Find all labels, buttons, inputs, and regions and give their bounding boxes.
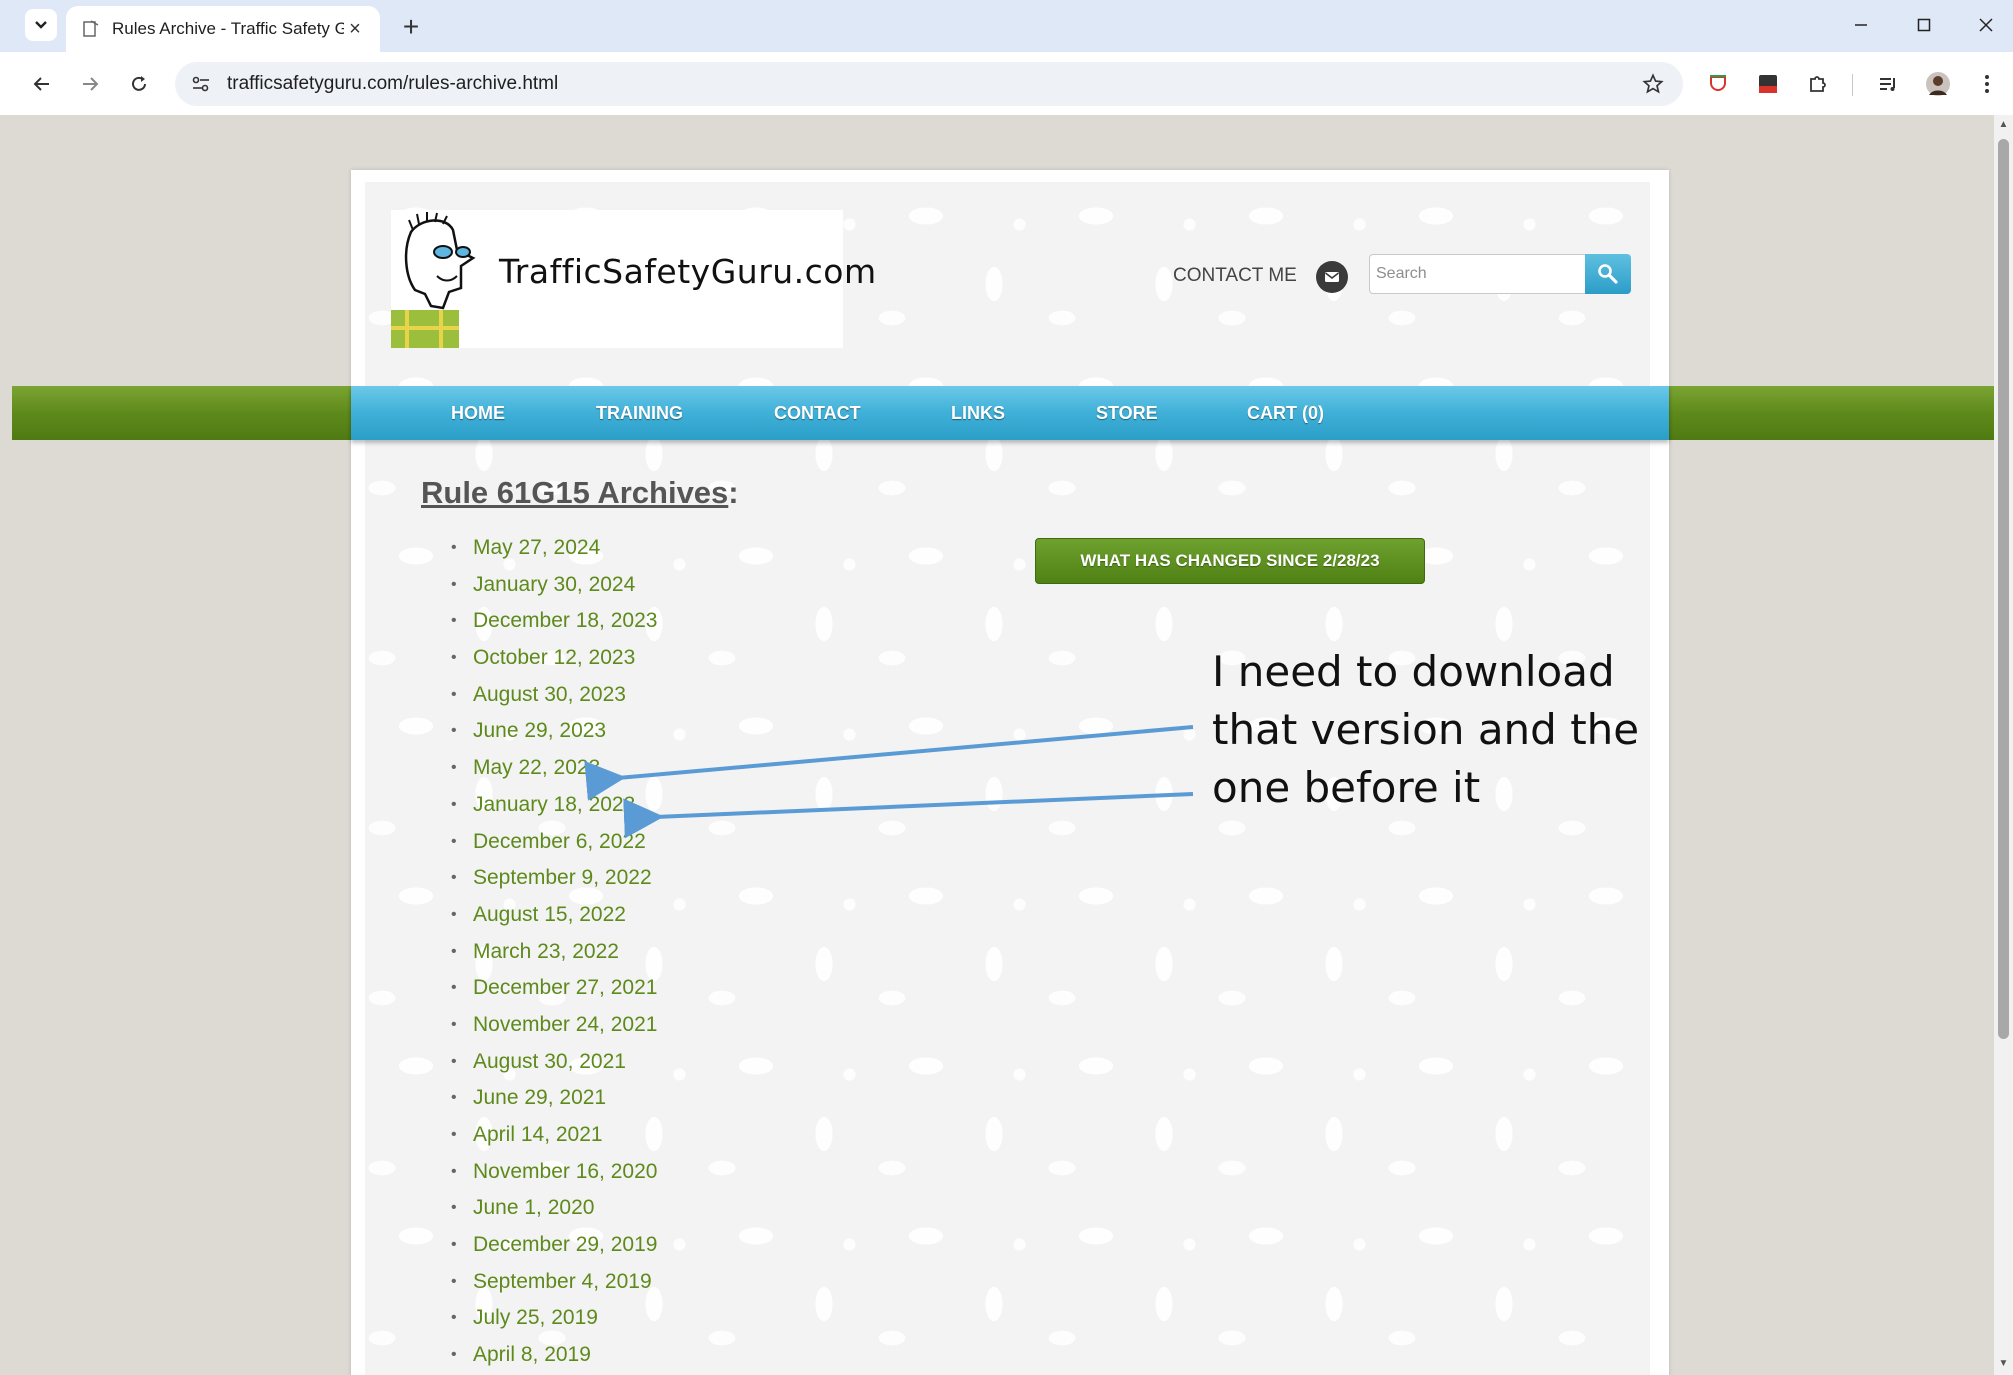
archive-date-link[interactable]: September 9, 2022 — [423, 865, 657, 902]
url-text[interactable]: trafficsafetyguru.com/rules-archive.html — [227, 73, 1633, 95]
nav-home[interactable]: HOME — [451, 403, 505, 424]
annotation-line: that version and the — [1212, 705, 1640, 754]
browser-toolbar: trafficsafetyguru.com/rules-archive.html — [0, 52, 2013, 115]
archive-date-link[interactable]: June 29, 2023 — [423, 718, 657, 755]
archive-date-link[interactable]: December 27, 2021 — [423, 975, 657, 1012]
mail-icon[interactable] — [1316, 261, 1348, 293]
archives-title-colon: : — [728, 475, 739, 510]
tab-close-button[interactable]: × — [344, 18, 366, 40]
site-logo[interactable]: TrafficSafetyGuru.com — [391, 210, 876, 348]
archive-date-link[interactable]: June 1, 2020 — [423, 1195, 657, 1232]
forward-button[interactable] — [72, 66, 108, 102]
archive-date-link[interactable]: March 23, 2022 — [423, 939, 657, 976]
bookmark-star-icon[interactable] — [1633, 64, 1673, 104]
archive-date-link[interactable]: May 27, 2024 — [423, 535, 657, 572]
reload-icon — [132, 76, 146, 91]
archive-date-list: May 27, 2024January 30, 2024December 18,… — [423, 535, 657, 1375]
reload-button[interactable] — [121, 66, 157, 102]
guru-mascot-icon — [391, 212, 476, 348]
site-info-icon[interactable] — [181, 64, 221, 104]
media-control-icon[interactable] — [1872, 68, 1904, 100]
annotation-note: I need to download that version and the … — [1212, 643, 1642, 817]
toolbar-divider — [1852, 74, 1853, 96]
minimize-icon — [1855, 24, 1867, 26]
close-window-button[interactable] — [1966, 10, 2006, 40]
archive-date-link[interactable]: August 15, 2022 — [423, 902, 657, 939]
nav-store[interactable]: STORE — [1096, 403, 1158, 424]
annotation-line: I need to download — [1212, 647, 1615, 696]
page-viewport: TrafficSafetyGuru.com CONTACT ME HOME TR… — [12, 115, 1994, 1375]
tab-title: Rules Archive - Traffic Safety Gu — [112, 19, 344, 38]
close-icon — [1979, 18, 1993, 32]
nav-training[interactable]: TRAINING — [596, 403, 683, 424]
back-button[interactable] — [24, 66, 60, 102]
scroll-up-arrow-icon[interactable]: ▲ — [1998, 120, 2009, 130]
scroll-down-arrow-icon[interactable]: ▼ — [1998, 1359, 2009, 1369]
search-button[interactable] — [1585, 254, 1631, 294]
site-search-input[interactable] — [1369, 254, 1585, 294]
page-scrollbar[interactable]: ▲ ▼ — [1994, 115, 2013, 1375]
archive-date-link[interactable]: May 22, 2023 — [423, 755, 657, 792]
nav-cart[interactable]: CART (0) — [1247, 403, 1324, 424]
archive-date-link[interactable]: August 30, 2021 — [423, 1049, 657, 1086]
scrollbar-thumb[interactable] — [1998, 139, 2009, 1039]
address-bar[interactable]: trafficsafetyguru.com/rules-archive.html — [175, 62, 1683, 106]
main-nav: HOME TRAINING CONTACT LINKS STORE CART (… — [351, 386, 1669, 440]
nav-links[interactable]: LINKS — [951, 403, 1005, 424]
what-has-changed-button[interactable]: WHAT HAS CHANGED SINCE 2/28/23 — [1035, 538, 1425, 584]
maximize-button[interactable] — [1904, 10, 1944, 40]
search-icon — [1598, 264, 1618, 284]
archive-date-link[interactable]: December 29, 2019 — [423, 1232, 657, 1269]
archive-date-link[interactable]: December 6, 2022 — [423, 829, 657, 866]
extension-coupon-icon[interactable] — [1752, 68, 1784, 100]
archive-date-link[interactable]: April 8, 2019 — [423, 1342, 657, 1375]
contact-me-link[interactable]: CONTACT ME — [1173, 265, 1297, 287]
archives-heading: Rule 61G15 Archives: — [421, 475, 739, 511]
archive-date-link[interactable]: November 24, 2021 — [423, 1012, 657, 1049]
archives-title-link[interactable]: Rule 61G15 Archives — [421, 475, 728, 510]
tab-search-button[interactable] — [25, 9, 57, 41]
archive-date-link[interactable]: August 30, 2023 — [423, 682, 657, 719]
archive-date-link[interactable]: January 18, 2023 — [423, 792, 657, 829]
archive-date-link[interactable]: April 14, 2021 — [423, 1122, 657, 1159]
tab-strip: Rules Archive - Traffic Safety Gu × + — [0, 0, 2013, 52]
extensions-puzzle-icon[interactable] — [1801, 68, 1833, 100]
minimize-button[interactable] — [1841, 10, 1881, 40]
logo-text: TrafficSafetyGuru.com — [499, 252, 877, 291]
maximize-icon — [1917, 18, 1931, 32]
archive-date-link[interactable]: November 16, 2020 — [423, 1159, 657, 1196]
archive-date-link[interactable]: September 4, 2019 — [423, 1269, 657, 1306]
annotation-line: one before it — [1212, 763, 1481, 812]
archive-date-link[interactable]: January 30, 2024 — [423, 572, 657, 609]
nav-contact[interactable]: CONTACT — [774, 403, 861, 424]
back-arrow-icon — [33, 77, 49, 91]
archive-date-link[interactable]: July 25, 2019 — [423, 1305, 657, 1342]
forward-arrow-icon — [83, 77, 99, 91]
browser-chrome: Rules Archive - Traffic Safety Gu × + tr… — [0, 0, 2013, 115]
browser-tab[interactable]: Rules Archive - Traffic Safety Gu × — [66, 6, 380, 52]
archive-date-link[interactable]: December 18, 2023 — [423, 608, 657, 645]
chevron-down-icon — [35, 21, 47, 29]
page-favicon-icon — [80, 18, 102, 40]
archive-date-link[interactable]: October 12, 2023 — [423, 645, 657, 682]
extension-shield-icon[interactable] — [1702, 68, 1734, 100]
profile-avatar[interactable] — [1922, 68, 1954, 100]
archive-date-link[interactable]: June 29, 2021 — [423, 1085, 657, 1122]
new-tab-button[interactable]: + — [396, 11, 426, 42]
browser-menu-icon[interactable] — [1971, 68, 2003, 100]
